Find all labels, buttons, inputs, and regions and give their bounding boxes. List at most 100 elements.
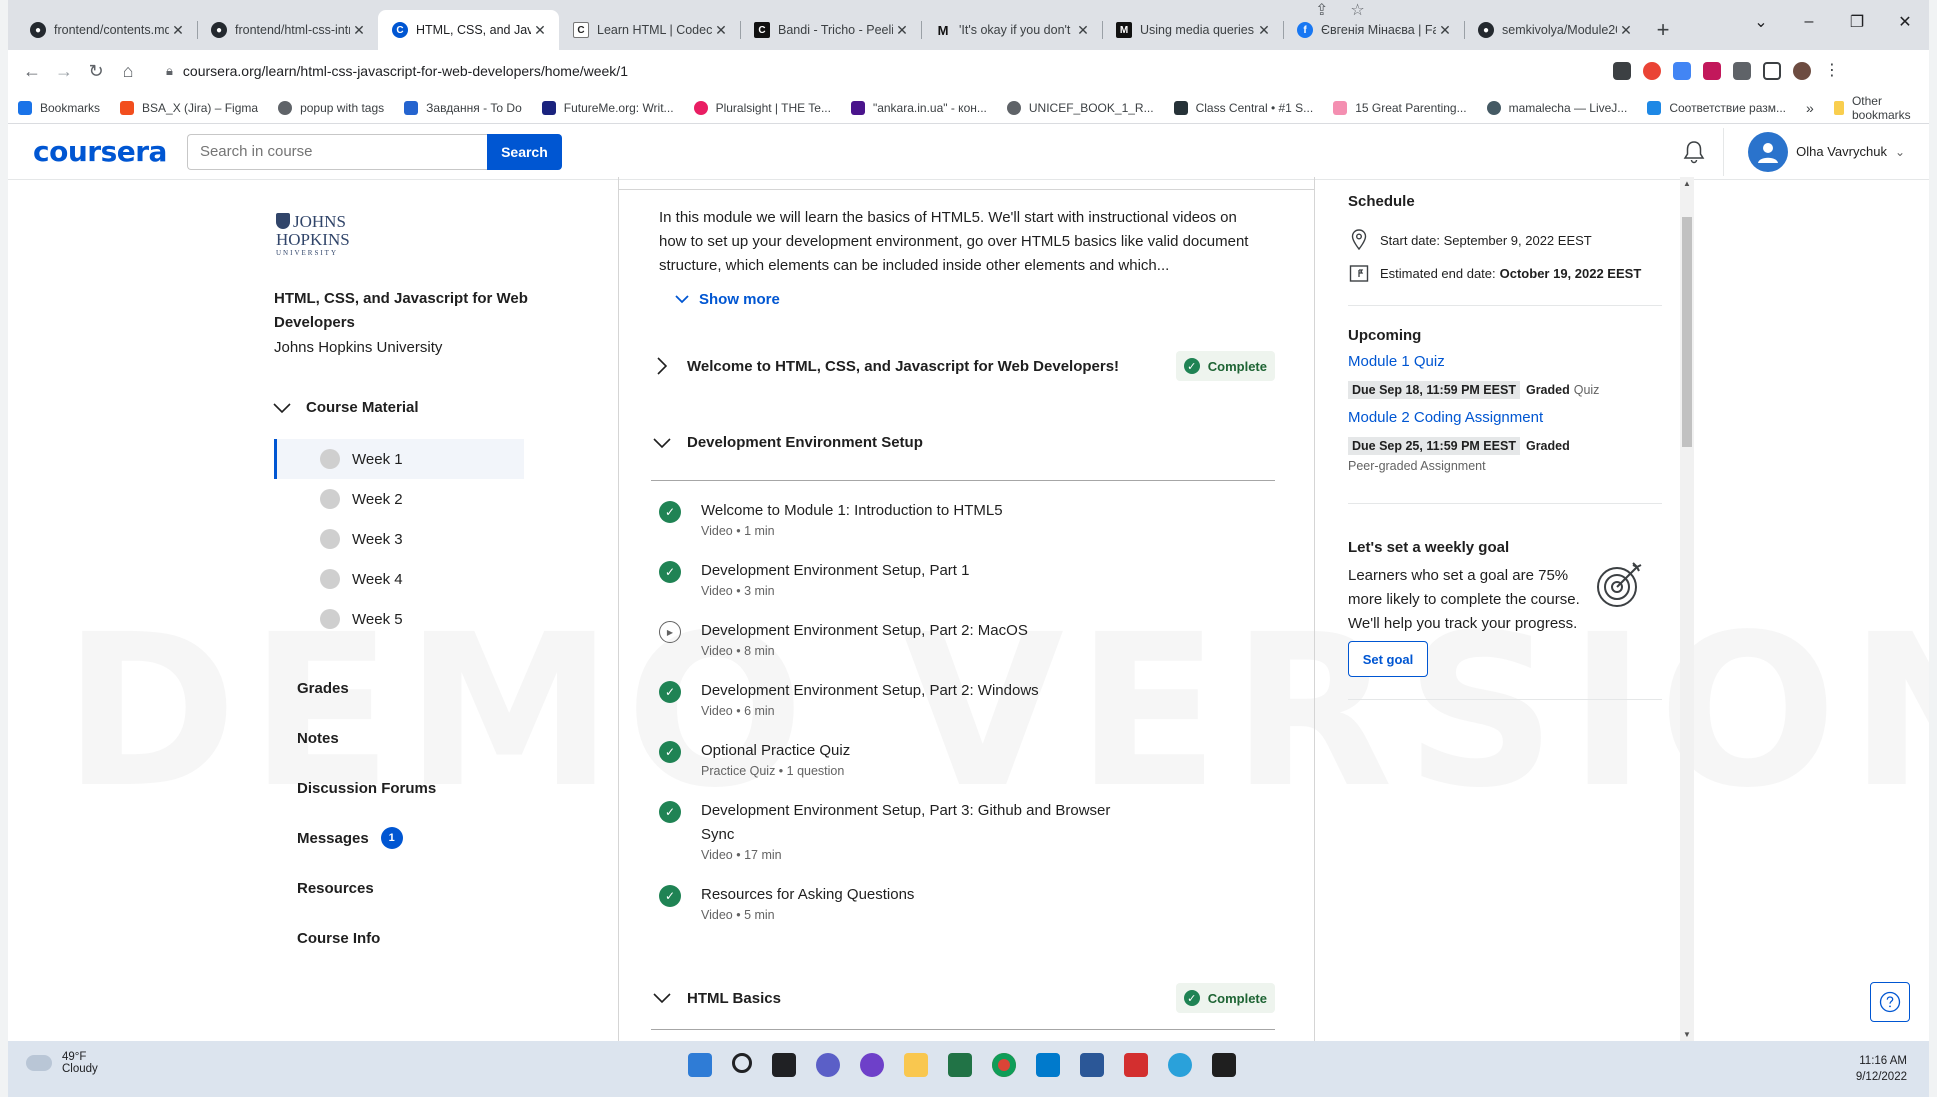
system-clock[interactable]: 11:16 AM 9/12/2022 [1856,1053,1907,1085]
github-desktop-icon[interactable] [860,1053,884,1077]
chat-icon[interactable] [816,1053,840,1077]
bookmark-item[interactable]: popup with tags [278,100,384,115]
restore-button[interactable]: ❐ [1833,12,1881,32]
user-name[interactable]: Olha Vavrychuk [1796,144,1887,159]
chevron-right-icon [651,357,673,375]
page-scrollbar[interactable]: ▲ ▼ [1680,177,1694,1041]
search-button[interactable]: Search [486,133,562,170]
sidebar-item-week-1[interactable]: Week 1 [274,439,524,479]
browser-tab-active[interactable]: C HTML, CSS, and Javascript ✕ [378,10,559,50]
close-tab-icon[interactable]: ✕ [169,22,187,39]
side-panel-icon[interactable] [1763,62,1781,80]
close-window-button[interactable]: ✕ [1881,12,1929,32]
windows-start-icon[interactable] [688,1053,712,1077]
browser-tab[interactable]: C Bandi - Tricho - Peeling ✕ [740,10,921,50]
search-input[interactable] [186,133,487,170]
task-view-icon[interactable] [772,1053,796,1077]
upcoming-module-2-assignment-link[interactable]: Module 2 Coding Assignment [1348,409,1543,426]
lesson-item[interactable]: ✓ Development Environment Setup, Part 2: … [651,679,1275,719]
johns-hopkins-logo[interactable]: JOHNS HOPKINS UNIVERSITY [276,213,352,257]
complete-label: Complete [1207,990,1267,1006]
sidebar-item-notes[interactable]: Notes [297,713,436,763]
bookmark-item[interactable]: Завдання - To Do [404,100,522,115]
lesson-item[interactable]: ✓ Development Environment Setup, Part 3: … [651,799,1275,863]
home-button[interactable]: ⌂ [112,55,144,87]
browser-tab[interactable]: C Learn HTML | Codecademy ✕ [559,10,740,50]
tab-search-icon[interactable]: ⌄ [1737,12,1785,32]
sidebar-item-resources[interactable]: Resources [297,863,436,913]
sidebar-item-week-4[interactable]: Week 4 [274,559,524,599]
show-more-label: Show more [699,291,780,308]
set-goal-button[interactable]: Set goal [1348,641,1428,677]
lesson-item[interactable]: ✓ Development Environment Setup, Part 1 Vi… [651,559,1275,599]
lesson-title: Resources for Asking Questions [701,886,915,903]
sidebar-item-messages[interactable]: Messages 1 [297,813,436,863]
sidebar-item-week-3[interactable]: Week 3 [274,519,524,559]
scrollbar-thumb[interactable] [1682,217,1692,447]
bookmark-item[interactable]: Bookmarks [18,100,100,115]
powershell-icon[interactable] [1080,1053,1104,1077]
lesson-item[interactable]: ✓ Resources for Asking Questions Video • 5… [651,883,1275,923]
section-welcome[interactable]: Welcome to HTML, CSS, and Javascript for… [651,351,1275,381]
other-bookmarks[interactable]: Other bookmarks [1833,94,1919,122]
coursera-logo[interactable]: coursera [33,135,167,168]
scroll-down-arrow-icon[interactable]: ▼ [1680,1030,1694,1039]
upcoming-module-1-quiz-link[interactable]: Module 1 Quiz [1348,353,1445,370]
terminal-icon[interactable] [1212,1053,1236,1077]
lock-icon[interactable]: 🔒︎ [166,63,173,79]
bookmark-item[interactable]: FutureMe.org: Writ... [541,100,674,115]
notepad-icon[interactable] [948,1053,972,1077]
address-bar[interactable]: 🔒︎ coursera.org/learn/html-css-javascrip… [154,2,1599,87]
sidebar-item-grades[interactable]: Grades [297,663,436,713]
file-explorer-icon[interactable] [904,1053,928,1077]
bookmark-item[interactable]: UNICEF_BOOK_1_R... [1006,100,1154,115]
weather-widget[interactable]: 49°F Cloudy [26,1051,98,1075]
close-tab-icon[interactable]: ✕ [1074,22,1092,39]
kebab-menu-icon[interactable]: ⋮ [1823,62,1841,80]
profile-avatar[interactable] [1793,62,1811,80]
close-tab-icon[interactable]: ✕ [531,22,549,39]
section-dev-env-setup[interactable]: Development Environment Setup [651,434,1275,451]
back-button[interactable]: ← [16,55,48,87]
user-avatar[interactable] [1748,131,1789,172]
sidebar-item-week-2[interactable]: Week 2 [274,479,524,519]
search-icon[interactable] [732,1053,752,1073]
sidebar-item-discussion-forums[interactable]: Discussion Forums [297,763,436,813]
reload-button[interactable]: ↻ [80,55,112,87]
browser-tab[interactable]: ● frontend/html-css-intro ✕ [197,10,378,50]
scroll-up-arrow-icon[interactable]: ▲ [1680,179,1694,188]
close-tab-icon[interactable]: ✕ [893,22,911,39]
assignment-kind: Quiz [1573,383,1600,397]
vscode-icon[interactable] [1036,1053,1060,1077]
telegram-icon[interactable] [1168,1053,1192,1077]
bookmark-item[interactable]: BSA_X (Jira) – Figma [120,100,258,115]
lesson-item[interactable]: ✓ Optional Practice Quiz Practice Quiz • 1… [651,739,1275,779]
more-bookmarks-button[interactable]: » [1806,100,1814,116]
close-tab-icon[interactable]: ✕ [350,22,368,39]
sidebar-item-week-5[interactable]: Week 5 [274,599,524,639]
acrobat-icon[interactable] [1124,1053,1148,1077]
puzzle-icon[interactable] [1733,62,1751,80]
course-material-toggle[interactable]: Course Material [273,399,419,416]
show-more-button[interactable]: Show more [675,291,780,308]
browser-tab[interactable]: ● frontend/contents.md ✕ [16,10,197,50]
end-date-label: Estimated end date: [1380,265,1496,281]
browser-tab[interactable]: M 'It's okay if you don't ✕ [921,10,1102,50]
close-tab-icon[interactable]: ✕ [1255,22,1273,39]
bookmark-item[interactable]: Class Central • #1 S... [1173,100,1313,115]
close-tab-icon[interactable]: ✕ [712,22,730,39]
minimize-button[interactable]: – [1785,13,1833,31]
help-button[interactable] [1870,982,1910,1022]
forward-button[interactable]: → [48,55,80,87]
course-title[interactable]: HTML, CSS, and Javascript for Web Develo… [274,287,534,335]
sidebar-item-course-info[interactable]: Course Info [297,913,436,963]
browser-tab[interactable]: M Using media queries - ✕ [1102,10,1283,50]
extension-icon[interactable] [1703,62,1721,80]
bookmark-item[interactable]: "ankara.in.ua" - кон... [850,100,987,115]
bookmark-item[interactable]: Pluralsight | THE Te... [693,100,831,115]
chrome-icon[interactable] [992,1053,1016,1077]
section-html-basics[interactable]: HTML Basics ✓ Complete [651,983,1275,1013]
lesson-item[interactable]: ✓ Welcome to Module 1: Introduction to HT… [651,499,1275,539]
lesson-item[interactable]: ▶ Development Environment Setup, Part 2: … [651,619,1275,659]
chevron-down-icon[interactable]: ⌄ [1895,145,1905,159]
